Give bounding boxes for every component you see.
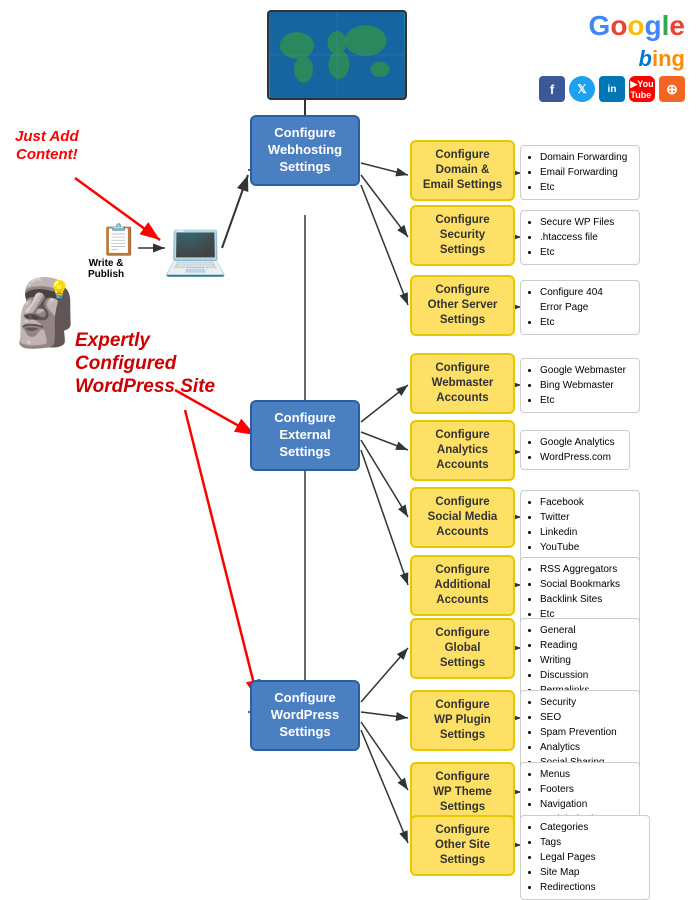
webhosting-settings-box[interactable]: Configure Webhosting Settings [250,115,360,186]
analytics-accounts-box[interactable]: ConfigureAnalyticsAccounts [410,420,515,481]
domain-email-box[interactable]: ConfigureDomain &Email Settings [410,140,515,201]
other-server-box[interactable]: ConfigureOther ServerSettings [410,275,515,336]
additional-accounts-box[interactable]: ConfigureAdditionalAccounts [410,555,515,616]
linkedin-icon: in [599,76,625,102]
webmaster-accounts-box[interactable]: ConfigureWebmasterAccounts [410,353,515,414]
security-settings-box[interactable]: ConfigureSecuritySettings [410,205,515,266]
global-settings-box[interactable]: ConfigureGlobalSettings [410,618,515,679]
lightbulb-icon: 💡 [48,280,70,301]
external-settings-box[interactable]: Configure External Settings [250,400,360,471]
theme-settings-box[interactable]: ConfigureWP ThemeSettings [410,762,515,823]
security-list: Secure WP Files .htaccess file Etc [520,210,640,265]
wordpress-settings-box[interactable]: Configure WordPress Settings [250,680,360,751]
just-add-content-label: Just AddContent! [15,128,79,164]
thinker-statue: 🗿 [5,280,86,345]
rss-icon: ⊕ [659,76,685,102]
other-site-settings-list: Categories Tags Legal Pages Site Map Red… [520,815,650,900]
social-media-accounts-box[interactable]: ConfigureSocial MediaAccounts [410,487,515,548]
webmaster-list: Google Webmaster Bing Webmaster Etc [520,358,640,413]
expertly-configured-text: ExpertlyConfiguredWordPress Site [75,330,215,398]
facebook-icon: f [539,76,565,102]
write-publish-label: Write &Publish [88,258,124,280]
other-server-list: Configure 404Error Page Etc [520,280,640,335]
youtube-icon: ▶YouTube [629,76,655,102]
bing-logo: bing [639,46,685,72]
laptop-icon: 💻 [163,218,228,279]
top-logos: Google bing f 𝕏 in ▶YouTube ⊕ [539,10,685,102]
world-map [267,10,407,100]
additional-accounts-list: RSS Aggregators Social Bookmarks Backlin… [520,557,640,627]
other-site-settings-box[interactable]: ConfigureOther SiteSettings [410,815,515,876]
twitter-icon: 𝕏 [569,76,595,102]
social-icons-row: f 𝕏 in ▶YouTube ⊕ [539,76,685,102]
analytics-list: Google Analytics WordPress.com [520,430,630,470]
domain-list: Domain Forwarding Email Forwarding Etc [520,145,640,200]
google-logo: Google [589,10,685,42]
notebook-icon: 📋 [100,223,137,258]
plugin-settings-box[interactable]: ConfigureWP PluginSettings [410,690,515,751]
